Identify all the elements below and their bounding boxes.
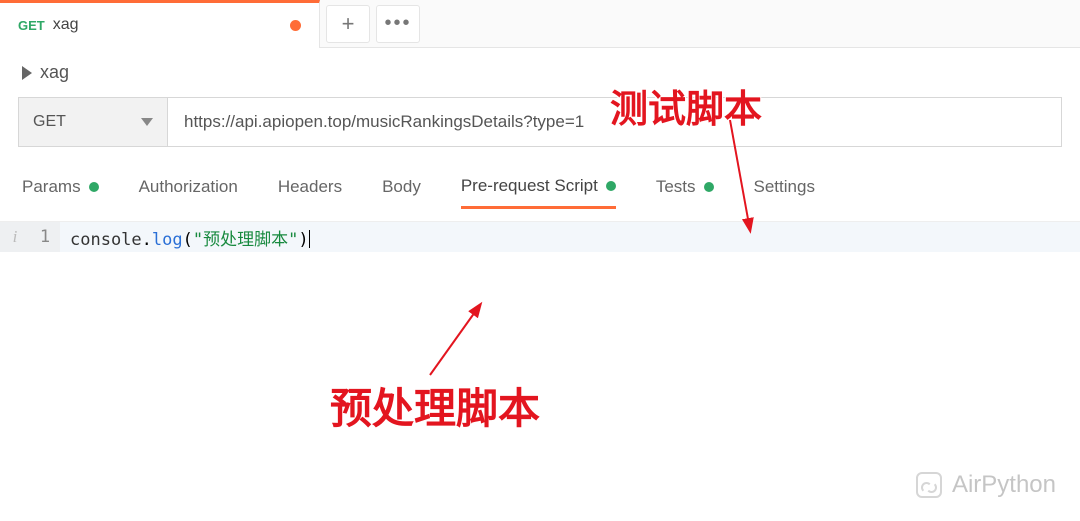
annotation-arrow-icon (420, 300, 520, 380)
chevron-down-icon (141, 118, 153, 126)
request-tab[interactable]: GET xag (0, 0, 320, 48)
tab-overflow-button[interactable]: ••• (376, 5, 420, 43)
http-method-value: GET (33, 113, 66, 131)
tab-tests[interactable]: Tests (656, 165, 714, 209)
breadcrumb[interactable]: xag (0, 48, 1080, 97)
tab-headers[interactable]: Headers (278, 165, 342, 209)
watermark: AirPython (916, 471, 1056, 499)
status-dot-icon (89, 182, 99, 192)
unsaved-dot-icon (290, 20, 301, 31)
tab-authorization[interactable]: Authorization (139, 165, 238, 209)
tab-body[interactable]: Body (382, 165, 421, 209)
annotation-prerequest-label: 预处理脚本 (330, 375, 540, 436)
tab-settings[interactable]: Settings (754, 165, 815, 209)
tab-prerequest-script[interactable]: Pre-request Script (461, 165, 616, 209)
new-tab-button[interactable]: + (326, 5, 370, 43)
collapse-triangle-icon (22, 66, 32, 80)
text-cursor (309, 230, 310, 248)
status-dot-icon (704, 182, 714, 192)
editor-line: i 1 console.log("预处理脚本") (0, 222, 1080, 252)
tab-authorization-label: Authorization (139, 177, 238, 197)
tab-tests-label: Tests (656, 177, 696, 197)
info-gutter-icon: i (0, 222, 30, 252)
request-url-row: GET https://api.apiopen.top/musicRanking… (18, 97, 1062, 147)
ellipsis-icon: ••• (384, 12, 411, 35)
tab-title: xag (53, 16, 282, 34)
annotation-tests-label: 测试脚本 (610, 78, 762, 133)
wechat-icon (916, 472, 942, 498)
tab-params[interactable]: Params (22, 165, 99, 209)
http-method-select[interactable]: GET (18, 97, 168, 147)
line-number: 1 (30, 222, 60, 252)
watermark-text: AirPython (952, 471, 1056, 499)
breadcrumb-name: xag (40, 62, 69, 83)
code-content[interactable]: console.log("预处理脚本") (60, 225, 310, 250)
request-url-text: https://api.apiopen.top/musicRankingsDet… (184, 112, 584, 132)
script-editor[interactable]: i 1 console.log("预处理脚本") (0, 221, 1080, 252)
tab-params-label: Params (22, 177, 81, 197)
tab-method-badge: GET (18, 18, 45, 33)
status-dot-icon (606, 181, 616, 191)
tab-prerequest-label: Pre-request Script (461, 176, 598, 196)
tab-headers-label: Headers (278, 177, 342, 197)
request-tab-bar: GET xag + ••• (0, 0, 1080, 48)
tab-settings-label: Settings (754, 177, 815, 197)
tab-body-label: Body (382, 177, 421, 197)
request-subtabs: Params Authorization Headers Body Pre-re… (0, 165, 1080, 209)
